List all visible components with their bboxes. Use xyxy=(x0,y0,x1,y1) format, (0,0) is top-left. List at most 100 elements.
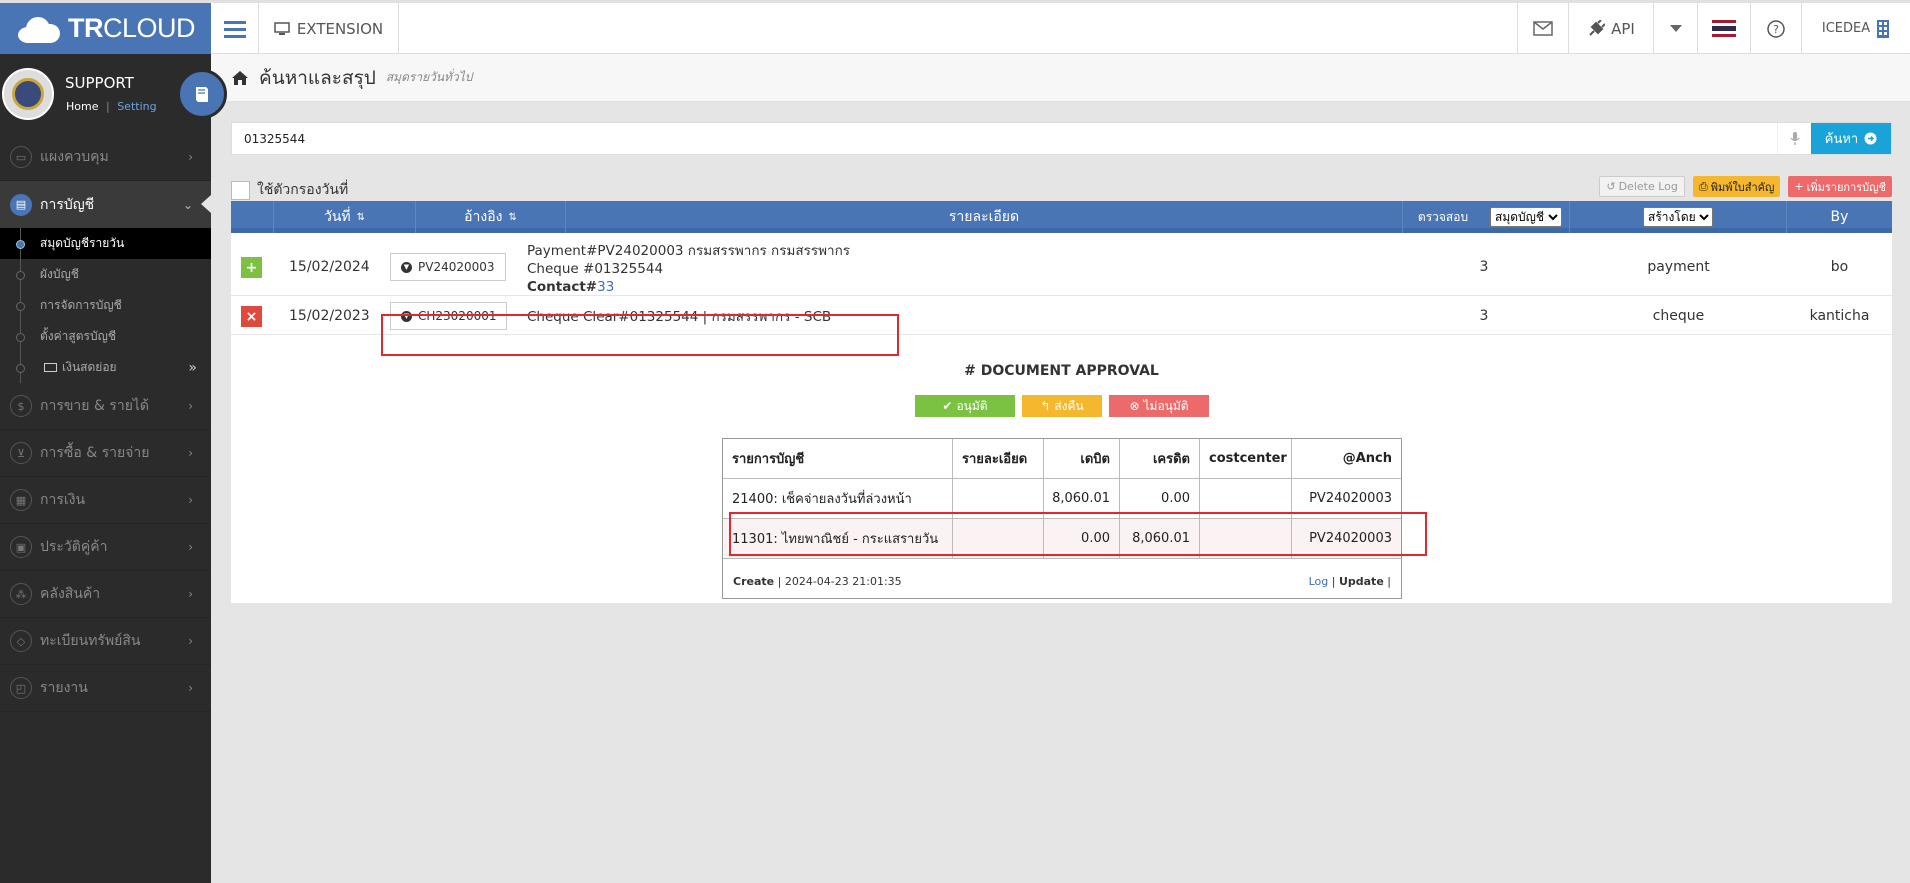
row-by: bo xyxy=(1830,259,1849,275)
approve-button[interactable]: ✔ อนุมัติ xyxy=(915,395,1015,417)
extension-button[interactable]: EXTENSION xyxy=(259,3,399,54)
journal-book-button[interactable] xyxy=(177,69,227,119)
sidebar-item-reports[interactable]: ◰ รายงาน › xyxy=(0,665,211,712)
chevron-right-icon: › xyxy=(188,540,193,554)
approval-buttons: ✔ อนุมัติ ↰ ส่งคืน ⊗ ไม่อนุมัติ xyxy=(915,395,1209,417)
microphone-icon[interactable] xyxy=(1777,123,1811,154)
subitem-label: สมุดบัญชีรายวัน xyxy=(40,236,125,250)
expand-button[interactable]: + xyxy=(241,257,262,278)
help-button[interactable]: ? xyxy=(1750,3,1801,54)
add-label: เพิ่มรายการบัญชี xyxy=(1806,180,1886,194)
api-button[interactable]: API xyxy=(1568,3,1653,54)
search-button[interactable]: ค้นหา xyxy=(1811,123,1891,154)
row-check: 3 xyxy=(1479,259,1489,275)
log-link[interactable]: Log xyxy=(1309,575,1329,588)
sidebar: SUPPORT Home | Setting ▭ แผงควบคุม › ▤ ก… xyxy=(0,54,227,883)
row-book: payment xyxy=(1647,259,1710,275)
col-date-label: วันที่ xyxy=(323,209,351,225)
create-label: Create xyxy=(733,575,775,588)
reject-label: ไม่อนุมัติ xyxy=(1143,398,1189,413)
approval-title: # DOCUMENT APPROVAL xyxy=(964,363,1159,379)
profile-name: SUPPORT xyxy=(65,74,134,92)
col-ref[interactable]: อ้างอิง ⇅ xyxy=(416,201,566,233)
collapse-button[interactable]: × xyxy=(241,306,262,327)
chevron-down-circle-icon: ▼ xyxy=(401,261,412,273)
hamburger-menu-icon[interactable] xyxy=(211,3,259,54)
setting-link[interactable]: Setting xyxy=(117,100,156,113)
sidebar-item-inventory[interactable]: ⁂ คลังสินค้า › xyxy=(0,571,211,618)
row-date: 15/02/2024 xyxy=(289,259,370,275)
update-link[interactable]: Update xyxy=(1339,575,1384,588)
created-by-select[interactable]: สร้างโดย xyxy=(1643,207,1713,227)
double-chevron-icon: » xyxy=(188,359,197,376)
plug-icon xyxy=(1589,19,1606,36)
svg-text:?: ? xyxy=(1773,23,1779,36)
sidebar-item-finance[interactable]: ▦ การเงิน › xyxy=(0,477,211,524)
row-date: 15/02/2023 xyxy=(289,308,370,324)
diamond-icon: ◇ xyxy=(10,630,32,652)
sidebar-item-purchases[interactable]: ⊻ การซื้อ & รายจ่าย › xyxy=(0,430,211,477)
company-menu[interactable]: ICEDEA xyxy=(1801,3,1910,54)
sidebar-subitem-formula-settings[interactable]: ตั้งค่าสูตรบัญชี xyxy=(0,321,211,352)
col-ref-label: อ้างอิง xyxy=(464,209,503,225)
sidebar-subitem-daily-journal[interactable]: สมุดบัญชีรายวัน xyxy=(0,228,211,259)
language-button[interactable] xyxy=(1697,3,1750,54)
sidebar-item-label: ประวัติคู่ค้า xyxy=(40,539,108,555)
print-voucher-button[interactable]: ⎙ พิมพ์ใบสำคัญ xyxy=(1692,176,1781,197)
table-row[interactable]: + 15/02/2024 ▼ PV24020003 Payment#PV24020… xyxy=(231,238,1892,296)
company-label: ICEDEA xyxy=(1821,21,1871,36)
delete-log-button[interactable]: ↺ Delete Log xyxy=(1599,176,1685,197)
thai-flag-icon xyxy=(1712,20,1736,37)
sidebar-item-sales[interactable]: $ การขาย & รายได้ › xyxy=(0,383,211,430)
monitor-icon: ▭ xyxy=(10,146,32,168)
date-filter-checkbox[interactable] xyxy=(231,180,250,200)
brand-logo[interactable]: TRCLOUD xyxy=(0,3,211,54)
link-separator: | xyxy=(1331,575,1336,588)
link-separator: | xyxy=(1387,575,1391,588)
reply-icon: ↰ xyxy=(1040,399,1051,413)
home-link[interactable]: Home xyxy=(66,100,98,113)
chevron-down-icon: ⌄ xyxy=(182,197,193,212)
ref-button[interactable]: ▼ PV24020003 xyxy=(390,253,506,281)
col-created: สร้างโดย xyxy=(1570,201,1787,233)
chevron-right-icon: › xyxy=(188,399,193,413)
contact-label: Contact# xyxy=(527,279,598,295)
jcol-anch: @Anch xyxy=(1342,451,1392,466)
building-icon xyxy=(1877,19,1890,38)
report-icon: ◰ xyxy=(10,677,32,699)
row-detail-line2: Cheque #01325544 xyxy=(527,261,664,277)
printer-icon: ⎙ xyxy=(1698,179,1708,193)
id-card-icon xyxy=(44,363,57,372)
page-title: ค้นหาและสรุป xyxy=(259,66,376,89)
dropdown-toggle[interactable] xyxy=(1653,3,1697,54)
sidebar-subitem-account-management[interactable]: การจัดการบัญชี xyxy=(0,290,211,321)
col-date[interactable]: วันที่ ⇅ xyxy=(274,201,416,233)
sidebar-subitem-chart-of-accounts[interactable]: ผังบัญชี xyxy=(0,259,211,290)
extension-label: EXTENSION xyxy=(296,19,384,38)
return-button[interactable]: ↰ ส่งคืน xyxy=(1022,395,1102,417)
create-timestamp: 2024-04-23 21:01:35 xyxy=(784,575,902,588)
sidebar-subitem-petty-cash[interactable]: เงินสดย่อย » xyxy=(0,352,211,383)
reject-button[interactable]: ⊗ ไม่อนุมัติ xyxy=(1109,395,1209,417)
sidebar-item-dashboard[interactable]: ▭ แผงควบคุม › xyxy=(0,134,211,181)
avatar[interactable] xyxy=(2,68,54,120)
chevron-right-icon: › xyxy=(188,150,193,164)
home-icon[interactable] xyxy=(231,70,249,86)
link-separator: | xyxy=(105,100,110,113)
mail-button[interactable] xyxy=(1517,3,1568,54)
sidebar-item-partners[interactable]: ▣ ประวัติคู่ค้า › xyxy=(0,524,211,571)
date-filter: ใช้ตัวกรองวันที่ xyxy=(231,179,348,201)
breadcrumb: ค้นหาและสรุป สมุดรายวันทั่วไป xyxy=(211,54,1910,102)
col-book: สมุดบัญชี xyxy=(1483,201,1570,233)
search-input[interactable] xyxy=(232,123,1777,154)
sort-icon: ⇅ xyxy=(356,211,366,223)
journal-panel: วันที่ ⇅ อ้างอิง ⇅ รายละเอียด ตรวจสอบ สมุด… xyxy=(231,201,1892,603)
date-filter-label: ใช้ตัวกรองวันที่ xyxy=(257,182,349,198)
book-select[interactable]: สมุดบัญชี xyxy=(1490,207,1562,227)
contact-link[interactable]: 33 xyxy=(597,279,614,295)
sidebar-item-accounting[interactable]: ▤ การบัญชี ⌄ xyxy=(0,181,211,228)
sort-icon: ⇅ xyxy=(508,211,517,223)
jcol-costcenter: costcenter xyxy=(1200,439,1292,478)
sidebar-item-assets[interactable]: ◇ ทะเบียนทรัพย์สิน › xyxy=(0,618,211,665)
add-entry-button[interactable]: + เพิ่มรายการบัญชี xyxy=(1788,176,1892,197)
